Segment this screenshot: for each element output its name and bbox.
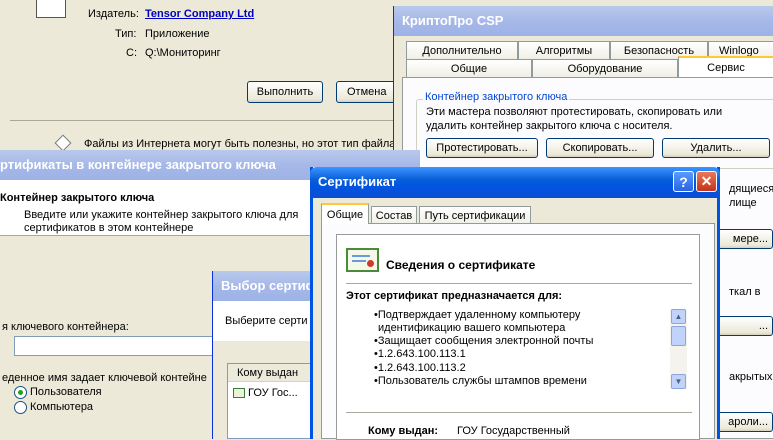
user-radio-label: Пользователя xyxy=(30,386,102,398)
col-issued-to: Кому выдан xyxy=(237,367,299,379)
issued-to-value: ГОУ Государственный xyxy=(457,425,570,437)
side-button-2[interactable]: ... xyxy=(713,316,773,336)
from-value: Q:\Мониторинг xyxy=(145,47,221,59)
warning-text: Файлы из Интернета могут быть полезны, н… xyxy=(84,138,396,150)
side-text-3: ткал в xyxy=(729,286,761,298)
side-text-2: лище xyxy=(729,197,757,209)
publisher-label: Издатель: xyxy=(88,8,139,20)
tab-algorithms[interactable]: Алгоритмы xyxy=(518,41,610,59)
publisher-link[interactable]: Tensor Company Ltd xyxy=(145,8,254,20)
user-radio[interactable] xyxy=(14,386,27,399)
tab-general[interactable]: Общие xyxy=(406,59,532,77)
container-name-label: я ключевого контейнера: xyxy=(2,321,129,333)
tab-cert-path[interactable]: Путь сертификации xyxy=(419,206,531,224)
side-text-4: акрытых xyxy=(729,371,773,383)
certificate-title: Сертификат xyxy=(318,174,397,189)
file-icon xyxy=(36,0,66,18)
close-icon: ✕ xyxy=(700,173,713,189)
certificate-title-bar: Сертификат xyxy=(310,167,720,198)
cert-row-1[interactable]: ГОУ Гос... xyxy=(248,387,298,399)
tab-service[interactable]: Сервис xyxy=(678,56,773,77)
purpose-5: •Пользователь службы штампов времени xyxy=(374,375,587,387)
wizard-heading: Контейнер закрытого ключа xyxy=(0,192,155,204)
purpose-1: •Подтверждает удаленному компьютеру xyxy=(374,309,581,321)
computer-radio[interactable] xyxy=(14,401,27,414)
name-type-label: еденное имя задает ключевой контейне xyxy=(2,372,207,384)
side-button-3[interactable]: ароли... xyxy=(713,412,773,432)
purpose-1-cont: идентификацию вашего компьютера xyxy=(378,322,566,334)
wizard-desc-2: сертификатов в этом контейнере xyxy=(24,222,194,234)
computer-radio-label: Компьютера xyxy=(30,401,94,413)
separator xyxy=(346,283,692,284)
help-button[interactable]: ? xyxy=(673,171,694,192)
group-title: Контейнер закрытого ключа xyxy=(423,91,570,103)
group-text-line-2: удалить контейнер закрытого ключа с носи… xyxy=(426,120,673,132)
tab-cert-details[interactable]: Состав xyxy=(371,206,417,224)
cryptopro-title: КриптоПро CSP xyxy=(394,6,773,36)
test-button[interactable]: Протестировать... xyxy=(426,138,538,158)
shield-icon xyxy=(54,134,72,152)
container-name-input[interactable] xyxy=(14,336,224,356)
copy-button[interactable]: Скопировать... xyxy=(546,138,654,158)
group-text-line-1: Эти мастера позволяют протестировать, ск… xyxy=(426,106,723,118)
cert-tab-page: Сведения о сертификате Этот сертификат п… xyxy=(321,223,715,440)
type-value: Приложение xyxy=(145,28,210,40)
run-button[interactable]: Выполнить xyxy=(247,81,323,103)
wizard-desc-1: Введите или укажите контейнер закрытого … xyxy=(24,209,299,221)
separator-2 xyxy=(346,412,692,413)
scroll-thumb[interactable] xyxy=(671,326,686,346)
scroll-down-icon[interactable]: ▼ xyxy=(671,374,686,389)
tab-cert-general[interactable]: Общие xyxy=(321,203,369,224)
run-warning-dialog: Издатель: Tensor Company Ltd Тип: Прилож… xyxy=(0,0,412,160)
cert-row-icon xyxy=(233,388,245,398)
tab-hardware[interactable]: Оборудование xyxy=(532,59,678,77)
purpose-4: •1.2.643.100.113.2 xyxy=(374,362,466,374)
certificate-window: Сертификат ? ✕ Общие Состав Путь сертифи… xyxy=(310,167,720,440)
cert-select-prompt: Выберите серти xyxy=(225,315,308,327)
close-button[interactable]: ✕ xyxy=(696,171,717,192)
info-heading: Сведения о сертификате xyxy=(386,258,536,272)
tab-advanced[interactable]: Дополнительно xyxy=(406,41,518,59)
scroll-up-icon[interactable]: ▲ xyxy=(671,309,686,324)
purpose-3: •1.2.643.100.113.1 xyxy=(374,348,466,360)
purpose-2: •Защищает сообщения электронной почты xyxy=(374,335,594,347)
side-text-1: дящиеся xyxy=(729,183,773,195)
divider xyxy=(10,120,400,121)
purpose-heading: Этот сертификат предназначается для: xyxy=(346,290,563,302)
from-label: С: xyxy=(126,47,137,59)
delete-button[interactable]: Удалить... xyxy=(662,138,770,158)
issued-to-label: Кому выдан: xyxy=(368,425,439,437)
side-button-1[interactable]: мере... xyxy=(713,229,773,249)
certificate-icon xyxy=(346,248,379,272)
purpose-scrollbar[interactable]: ▲ ▼ xyxy=(670,309,687,389)
type-label: Тип: xyxy=(115,28,137,40)
